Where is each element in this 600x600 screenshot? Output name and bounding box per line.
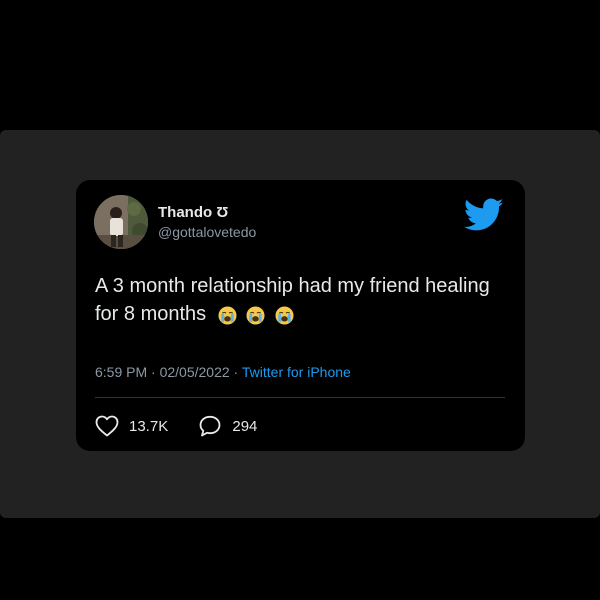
tweet-text: A 3 month relationship had my friend hea…: [95, 272, 515, 329]
twitter-bird-icon: [464, 198, 504, 231]
like-button[interactable]: 13.7K: [95, 415, 168, 437]
author-name[interactable]: Thando Ʊ: [158, 204, 228, 221]
tweet-actions: 13.7K 294: [95, 415, 283, 437]
emoji-group: [218, 301, 298, 329]
loudly-crying-face-icon: [246, 306, 265, 325]
speech-bubble-icon: [199, 415, 221, 437]
avatar[interactable]: [94, 195, 148, 249]
meta-separator: ·: [229, 364, 242, 380]
tweet-metadata: 6:59 PM · 02/05/2022 · Twitter for iPhon…: [95, 364, 351, 380]
tweet-source-link[interactable]: Twitter for iPhone: [242, 364, 351, 380]
loudly-crying-face-icon: [218, 306, 237, 325]
tweet-date[interactable]: 02/05/2022: [160, 364, 230, 380]
author-handle[interactable]: @gottalovetedo: [158, 224, 256, 240]
tweet-time[interactable]: 6:59 PM: [95, 364, 147, 380]
heart-outline-icon: [95, 415, 119, 437]
divider: [95, 397, 505, 398]
loudly-crying-face-icon: [275, 306, 294, 325]
tweet-card: Thando Ʊ @gottalovetedo A 3 month relati…: [76, 180, 525, 451]
reply-count: 294: [232, 417, 258, 435]
meta-separator: ·: [147, 364, 160, 380]
reply-button[interactable]: 294: [198, 415, 257, 437]
like-count: 13.7K: [129, 417, 169, 435]
avatar-photo: [94, 195, 148, 249]
